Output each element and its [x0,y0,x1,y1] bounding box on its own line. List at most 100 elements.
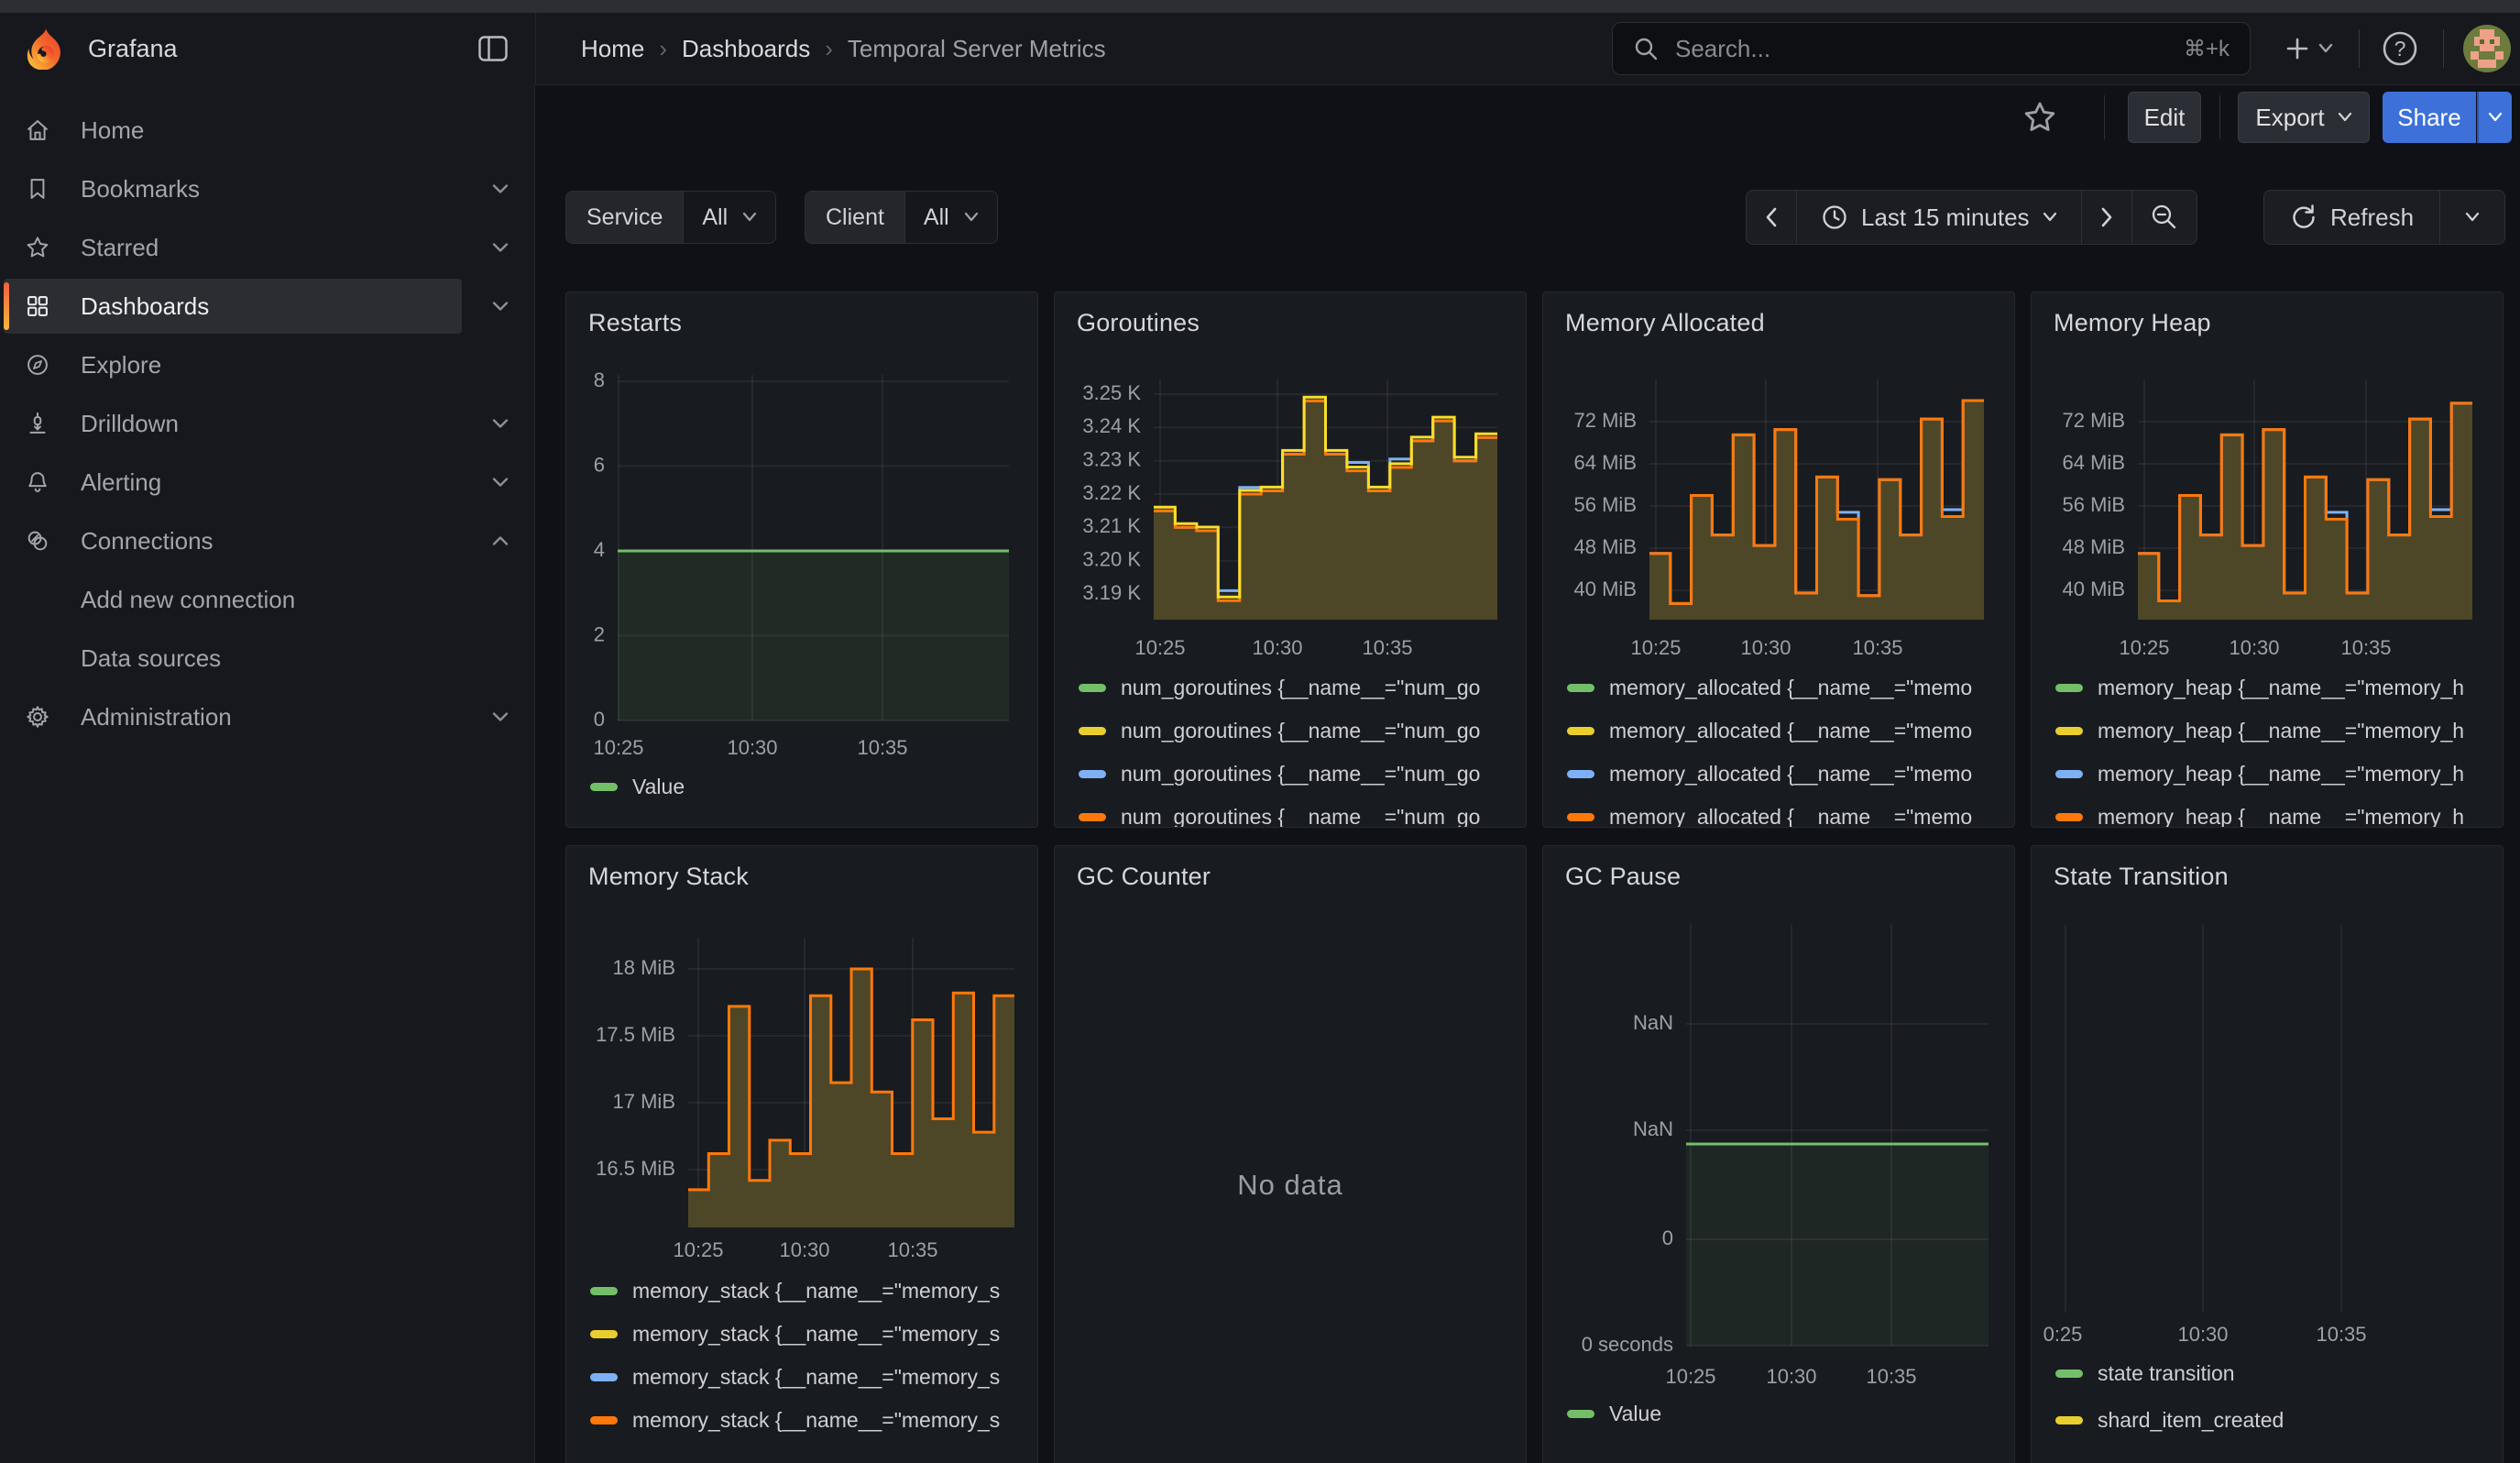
chevron-down-icon[interactable] [490,472,510,492]
svg-text:64 MiB: 64 MiB [1574,451,1637,474]
legend-item[interactable]: Value [590,765,1032,808]
svg-text:3.22 K: 3.22 K [1082,481,1141,504]
svg-text:10:25: 10:25 [673,1238,723,1261]
sidebar-item-label: Dashboards [81,292,209,321]
sidebar-nav: HomeBookmarksStarred Dashboards Explore Dri… [0,84,535,1463]
legend-swatch [590,1373,618,1381]
share-dropdown-button[interactable] [2477,92,2512,143]
svg-text:3.21 K: 3.21 K [1082,514,1141,537]
search-box[interactable]: ⌘+k [1612,22,2251,75]
legend-item[interactable]: num_goroutines {__name__="num_go [1079,796,1520,828]
svg-text:48 MiB: 48 MiB [2063,535,2125,558]
legend-item[interactable]: memory_heap {__name__="memory_h [2055,796,2497,828]
help-button[interactable]: ? [2379,28,2421,70]
legend-item[interactable]: memory_stack {__name__="memory_s [590,1399,1032,1442]
sidebar-item-alerting[interactable]: Alerting [0,453,534,512]
variable-value-dropdown[interactable]: All [683,192,775,243]
sidebar-item-drilldown[interactable]: Drilldown [0,394,534,453]
legend-label: memory_heap {__name__="memory_h [2098,676,2464,700]
svg-text:10:35: 10:35 [1866,1365,1916,1388]
refresh-button[interactable]: Refresh [2264,191,2439,244]
legend-label: memory_stack {__name__="memory_s [632,1279,1000,1304]
legend-item[interactable]: memory_heap {__name__="memory_h [2055,710,2497,753]
chevron-left-icon [1765,207,1778,227]
svg-text:10:35: 10:35 [2340,636,2391,659]
chevron-up-icon[interactable] [490,531,510,551]
chevron-down-icon[interactable] [490,296,510,316]
legend-item[interactable]: memory_allocated {__name__="memo [1567,753,2009,796]
legend-item[interactable]: num_goroutines {__name__="num_go [1079,666,1520,710]
legend-item[interactable]: Value [1567,1392,2009,1436]
time-shift-forward-button[interactable] [2081,191,2131,244]
legend-item[interactable]: memory_heap {__name__="memory_h [2055,753,2497,796]
svg-text:10:30: 10:30 [727,736,777,759]
sidebar-item-bookmarks[interactable]: Bookmarks [0,160,534,218]
sidebar-item-data-sources[interactable]: Data sources [0,629,534,688]
edit-button[interactable]: Edit [2128,92,2201,143]
chevron-down-icon[interactable] [490,179,510,199]
sidebar-item-explore[interactable]: Explore [0,336,534,394]
legend-item[interactable]: memory_heap {__name__="memory_h [2055,666,2497,710]
export-button[interactable]: Export [2238,92,2370,143]
sidebar-item-add-new-connection[interactable]: Add new connection [0,570,534,629]
legend-swatch [2055,1416,2083,1424]
sidebar-item-connections[interactable]: Connections [0,512,534,570]
svg-text:40 MiB: 40 MiB [1574,578,1637,600]
sidebar-item-home[interactable]: Home [0,101,534,160]
legend-item[interactable]: shard_item_created [2055,1397,2497,1444]
panel-memory-stack: Memory Stack18 MiB17.5 MiB17 MiB16.5 MiB… [565,845,1038,1463]
svg-text:40 MiB: 40 MiB [2063,578,2125,600]
gc-pause-chart[interactable]: NaNNaN00 seconds10:2510:3010:35 [1543,846,2015,1463]
panel-memory-heap: Memory Heap72 MiB64 MiB56 MiB48 MiB40 Mi… [2031,292,2504,828]
legend-swatch [1079,727,1106,735]
sidebar-item-starred[interactable]: Starred [0,218,534,277]
legend-label: memory_stack {__name__="memory_s [632,1365,1000,1390]
sidebar-item-label: Drilldown [81,410,179,438]
time-range-picker[interactable]: Last 15 minutes [1796,191,2081,244]
sidebar-item-dashboards[interactable]: Dashboards [0,277,534,336]
add-button[interactable] [2271,26,2348,72]
search-input[interactable] [1673,34,2169,64]
refresh-interval-dropdown[interactable] [2439,191,2504,244]
legend-item[interactable]: memory_allocated {__name__="memo [1567,666,2009,710]
legend-item[interactable]: memory_stack {__name__="memory_s [590,1313,1032,1356]
svg-text:10:35: 10:35 [2316,1323,2366,1346]
variable-label: Client [805,192,904,243]
chevron-down-icon[interactable] [490,237,510,258]
gear-icon [24,703,51,731]
legend-item[interactable]: state transition [2055,1350,2497,1397]
panel-memory-allocated: Memory Allocated72 MiB64 MiB56 MiB48 MiB… [1542,292,2015,828]
restarts-chart[interactable]: 8642010:2510:3010:35 [566,292,1038,828]
legend-swatch [1567,813,1594,821]
svg-text:10:30: 10:30 [1740,636,1791,659]
avatar[interactable] [2463,25,2511,72]
legend-swatch [2055,684,2083,692]
legend-item[interactable]: memory_allocated {__name__="memo [1567,710,2009,753]
star-icon [24,234,51,261]
legend-item[interactable]: num_goroutines {__name__="num_go [1079,710,1520,753]
grafana-logo-icon[interactable] [24,28,66,70]
legend-item[interactable]: num_goroutines {__name__="num_go [1079,753,1520,796]
panel-title[interactable]: GC Counter [1077,863,1211,891]
share-button[interactable]: Share [2383,92,2476,143]
svg-text:16.5 MiB: 16.5 MiB [596,1157,675,1180]
zoom-out-button[interactable] [2131,191,2197,244]
legend-label: memory_stack {__name__="memory_s [632,1322,1000,1347]
time-shift-back-button[interactable] [1747,191,1796,244]
clock-icon [1821,204,1848,231]
breadcrumb-item[interactable]: Home [581,35,644,63]
svg-text:10:30: 10:30 [2177,1323,2228,1346]
svg-text:56 MiB: 56 MiB [1574,493,1637,516]
favorite-star-button[interactable] [2021,99,2058,136]
breadcrumb-item[interactable]: Dashboards [682,35,810,63]
chevron-down-icon[interactable] [490,413,510,434]
chevron-down-icon[interactable] [490,707,510,727]
legend-item[interactable]: memory_allocated {__name__="memo [1567,796,2009,828]
legend-item[interactable]: memory_stack {__name__="memory_s [590,1270,1032,1313]
variable-value-dropdown[interactable]: All [904,192,997,243]
legend-swatch [590,783,618,791]
legend-item[interactable]: memory_stack {__name__="memory_s [590,1356,1032,1399]
svg-text:3.19 K: 3.19 K [1082,581,1141,604]
sidebar-item-administration[interactable]: Administration [0,688,534,746]
sidebar-toggle-icon[interactable] [477,32,509,65]
